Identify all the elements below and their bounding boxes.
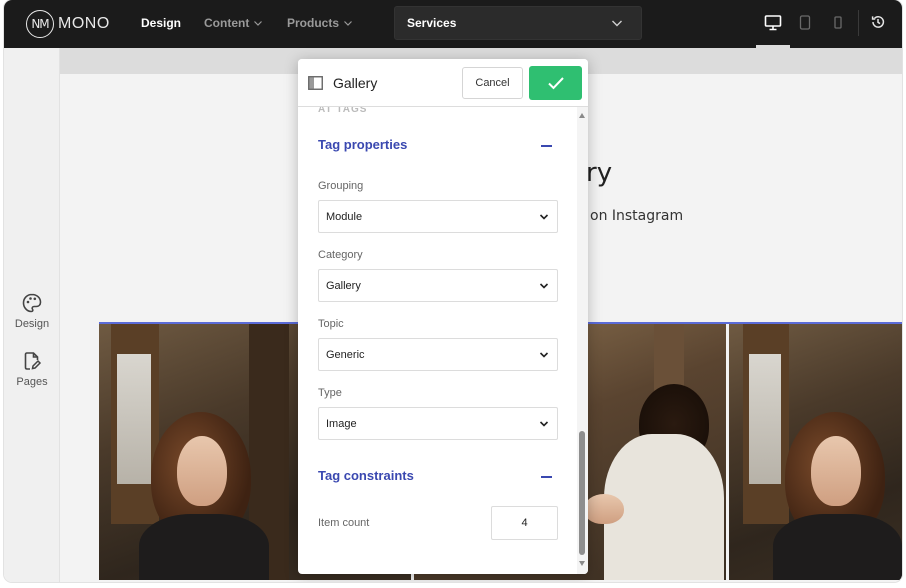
- type-select[interactable]: Image: [318, 407, 558, 440]
- nav-content-label: Content: [204, 16, 250, 30]
- collapse-icon[interactable]: [541, 145, 552, 147]
- panel-icon: [308, 76, 323, 95]
- pages-icon: [24, 352, 42, 370]
- nav-content[interactable]: Content: [204, 16, 263, 30]
- brand-name: MONO: [58, 15, 110, 32]
- chevron-down-icon: [539, 214, 549, 220]
- top-bar: NM MONO Design Content Products Services: [4, 0, 902, 48]
- left-sidebar: Design Pages: [4, 48, 60, 582]
- chevron-down-icon: [539, 421, 549, 427]
- nav-design-label: Design: [141, 16, 182, 30]
- gallery-image[interactable]: [729, 324, 902, 580]
- item-count-input[interactable]: [491, 506, 558, 540]
- item-count-label: Item count: [318, 517, 370, 529]
- nav-design[interactable]: Design: [141, 16, 181, 30]
- sidebar-item-label: Pages: [16, 376, 48, 388]
- topic-value: Generic: [326, 348, 365, 361]
- page-selector-value: Services: [407, 16, 457, 30]
- modal-scrollbar[interactable]: [577, 107, 588, 574]
- page-selector[interactable]: Services: [394, 6, 642, 40]
- tag-properties-title[interactable]: Tag properties: [318, 137, 407, 152]
- grouping-select[interactable]: Module: [318, 200, 558, 233]
- type-value: Image: [326, 417, 357, 430]
- mobile-icon[interactable]: [833, 14, 843, 37]
- chevron-down-icon: [539, 352, 549, 358]
- palette-icon: [22, 293, 42, 313]
- chevron-down-icon: [539, 283, 549, 289]
- category-value: Gallery: [326, 279, 361, 292]
- scroll-down-arrow[interactable]: [579, 561, 585, 566]
- grouping-value: Module: [326, 210, 363, 223]
- brand-mark: NM: [26, 10, 54, 38]
- modal-body: AT TAGS Tag properties Grouping Module C…: [298, 107, 588, 574]
- type-label: Type: [318, 387, 342, 399]
- chevron-down-icon: [254, 21, 263, 26]
- app-window: NM MONO Design Content Products Services: [4, 0, 902, 582]
- desktop-icon[interactable]: [764, 14, 782, 37]
- modal-title: Gallery: [333, 75, 378, 91]
- chevron-down-icon: [344, 21, 352, 26]
- brand-logo[interactable]: NM MONO: [26, 10, 110, 38]
- modal-header: Gallery Cancel: [298, 59, 588, 107]
- category-label: Category: [318, 249, 363, 261]
- sidebar-item-pages[interactable]: Pages: [4, 350, 60, 388]
- cancel-button[interactable]: Cancel: [462, 67, 523, 99]
- history-icon[interactable]: [870, 14, 886, 35]
- confirm-button[interactable]: [529, 66, 582, 100]
- topic-label: Topic: [318, 318, 344, 330]
- checkmark-icon: [547, 77, 564, 90]
- topic-select[interactable]: Generic: [318, 338, 558, 371]
- nav-products[interactable]: Products: [287, 16, 353, 30]
- sidebar-item-design[interactable]: Design: [4, 292, 60, 330]
- category-select[interactable]: Gallery: [318, 269, 558, 302]
- previous-section-title: AT TAGS: [318, 107, 368, 115]
- grouping-label: Grouping: [318, 180, 364, 192]
- chevron-down-icon: [611, 17, 623, 32]
- gallery-heading: ry: [586, 158, 613, 188]
- scroll-thumb[interactable]: [579, 431, 585, 555]
- collapse-icon[interactable]: [541, 476, 552, 478]
- nav-products-label: Products: [287, 16, 340, 30]
- tablet-icon[interactable]: [799, 14, 811, 37]
- gallery-settings-modal: Gallery Cancel AT TAGS Tag properties Gr…: [298, 59, 588, 574]
- sidebar-item-label: Design: [14, 318, 50, 330]
- toolbar-divider: [858, 10, 859, 36]
- scroll-up-arrow[interactable]: [579, 113, 585, 118]
- tag-constraints-title[interactable]: Tag constraints: [318, 468, 414, 483]
- gallery-subheading: on Instagram: [590, 208, 684, 224]
